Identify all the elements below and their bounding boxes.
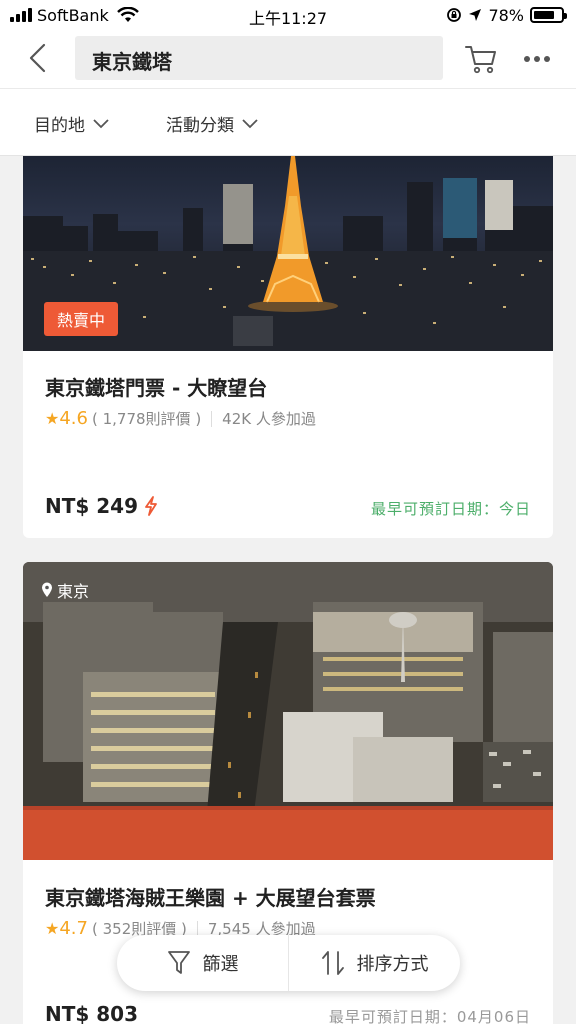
rating-row: ★ 4.6 ( 1,778則評價 ) 42K 人參加過 [45, 408, 316, 429]
location-label: 東京 [57, 582, 90, 601]
filter-category[interactable]: 活動分類 [166, 111, 258, 136]
filter-destination[interactable]: 目的地 [34, 111, 109, 136]
participant-count: 42K 人參加過 [222, 410, 316, 428]
status-right: 78% [446, 5, 567, 25]
activity-card[interactable]: 熱賣中 東京鐵塔門票 - 大瞭望台 ★ 4.6 ( 1,778則評價 ) 42K… [23, 156, 553, 538]
lightning-icon [145, 496, 157, 516]
back-icon[interactable] [24, 42, 54, 74]
status-bar: SoftBank 上午11:27 78% [0, 0, 576, 30]
divider [211, 410, 213, 427]
search-input[interactable]: 東京鐵塔 [75, 36, 443, 80]
location-pin-icon [42, 582, 52, 597]
card-title: 東京鐵塔門票 - 大瞭望台 [45, 376, 268, 400]
sort-label: 排序方式 [356, 954, 429, 975]
filter-destination-label: 目的地 [34, 116, 85, 136]
filter-sort-bar: 篩選 排序方式 [117, 935, 460, 991]
more-icon[interactable] [524, 48, 552, 70]
battery-level [534, 11, 555, 19]
star-icon: ★ [45, 409, 60, 428]
price: NT$ 803 [45, 1002, 138, 1024]
filter-category-label: 活動分類 [166, 116, 234, 136]
star-icon: ★ [45, 919, 60, 938]
sort-button[interactable]: 排序方式 [289, 935, 460, 991]
price-value: NT$ 803 [45, 1002, 139, 1024]
card-title: 東京鐵塔海賊王樂園 + 大展望台套票 [45, 886, 376, 910]
filter-button[interactable]: 篩選 [117, 935, 288, 991]
chevron-down-icon [93, 118, 109, 128]
chevron-down-icon [242, 118, 258, 128]
hot-selling-badge: 熱賣中 [44, 302, 118, 336]
funnel-icon [167, 951, 190, 974]
location-badge: 東京 [41, 578, 89, 602]
rating-value: 4.7 [59, 918, 88, 939]
battery-percent: 78% [488, 5, 524, 25]
battery-icon [530, 7, 567, 23]
availability-date: 最早可預訂日期：04月06日 [328, 1008, 531, 1024]
cart-icon[interactable] [464, 42, 498, 76]
header: 東京鐵塔 [0, 30, 576, 88]
price: NT$ 249 [45, 494, 158, 518]
sort-icon [321, 951, 344, 975]
screen-lock-icon [447, 8, 462, 22]
availability-date: 最早可預訂日期：今日 [370, 500, 531, 518]
tokyo-city-photo [23, 562, 553, 860]
price-value: NT$ 249 [45, 494, 139, 518]
filter-bar: 目的地 活動分類 [0, 88, 576, 156]
filter-label: 篩選 [202, 954, 239, 975]
rating-value: 4.6 [59, 408, 88, 429]
search-query: 東京鐵塔 [92, 50, 172, 74]
location-arrow-icon [469, 9, 482, 21]
review-count: ( 1,778則評價 ) [91, 410, 202, 428]
